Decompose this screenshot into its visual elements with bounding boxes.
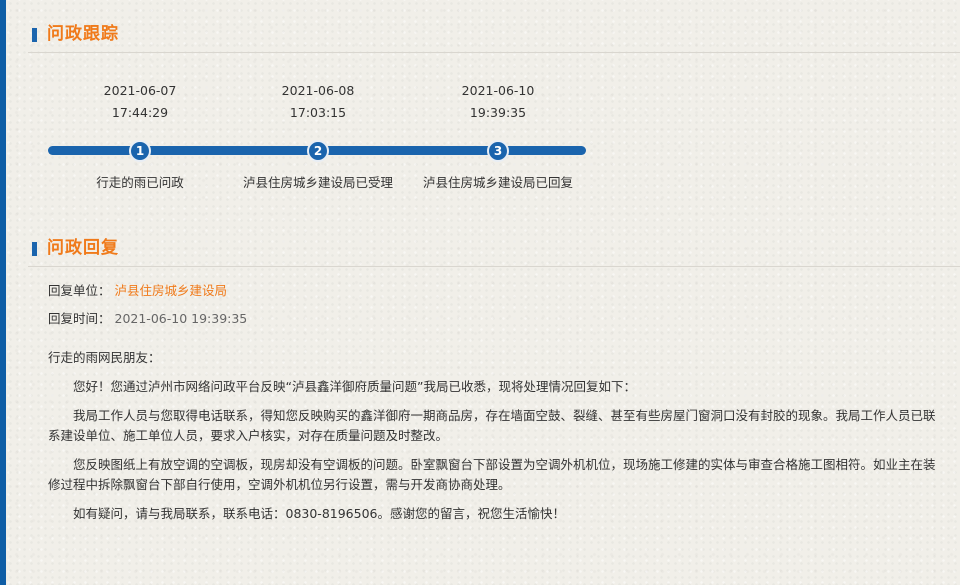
step-date: 2021-06-08 (281, 83, 355, 98)
reply-time-label: 回复时间： (48, 311, 111, 326)
step-node: 3 (487, 140, 509, 162)
reply-content: 行走的雨网民朋友： 您好！您通过泸州市网络问政平台反映“泸县鑫洋御府质量问题”我… (48, 348, 946, 533)
step-time: 17:44:29 (111, 105, 169, 120)
section-marker (32, 28, 37, 42)
progress-timeline: 2021-06-07 17:44:29 1 行走的雨已问政 2021-06-08… (48, 80, 588, 200)
reply-paragraph-3: 您反映图纸上有放空调的空调板，现房却没有空调板的问题。卧室飘窗台下部设置为空调外… (48, 457, 936, 492)
step-label: 泸县住房城乡建设局已受理 (242, 175, 393, 190)
reply-greeting: 行走的雨网民朋友： (48, 350, 161, 365)
left-edge-bar (0, 0, 6, 585)
reply-section-header: 问政回复 (28, 234, 960, 267)
step-date: 2021-06-10 (461, 83, 535, 98)
timeline-step-2: 2021-06-08 17:03:15 2 泸县住房城乡建设局已受理 (228, 80, 408, 190)
timeline-step-3: 2021-06-10 19:39:35 3 泸县住房城乡建设局已回复 (408, 80, 588, 190)
tracking-section-title: 问政跟踪 (47, 24, 119, 44)
step-date: 2021-06-07 (103, 83, 177, 98)
step-label: 行走的雨已问政 (96, 175, 184, 190)
reply-unit-label: 回复单位： (48, 283, 111, 298)
step-node: 2 (307, 140, 329, 162)
reply-paragraph-4: 如有疑问，请与我局联系，联系电话：0830-8196506。感谢您的留言，祝您生… (73, 506, 565, 521)
step-time: 19:39:35 (469, 105, 527, 120)
reply-section-title: 问政回复 (47, 238, 119, 258)
reply-unit-value: 泸县住房城乡建设局 (114, 283, 228, 298)
reply-time-value: 2021-06-10 19:39:35 (114, 311, 248, 326)
step-label: 泸县住房城乡建设局已回复 (422, 175, 573, 190)
reply-time-row: 回复时间： 2021-06-10 19:39:35 (48, 309, 247, 329)
reply-paragraph-2: 我局工作人员与您取得电话联系，得知您反映购买的鑫洋御府一期商品房，存在墙面空鼓、… (48, 408, 936, 443)
reply-unit-row: 回复单位： 泸县住房城乡建设局 (48, 281, 227, 301)
tracking-section-header: 问政跟踪 (28, 20, 960, 53)
section-marker (32, 242, 37, 256)
step-time: 17:03:15 (289, 105, 347, 120)
reply-paragraph-1: 您好！您通过泸州市网络问政平台反映“泸县鑫洋御府质量问题”我局已收悉，现将处理情… (73, 379, 636, 394)
step-node: 1 (129, 140, 151, 162)
timeline-step-1: 2021-06-07 17:44:29 1 行走的雨已问政 (50, 80, 230, 190)
